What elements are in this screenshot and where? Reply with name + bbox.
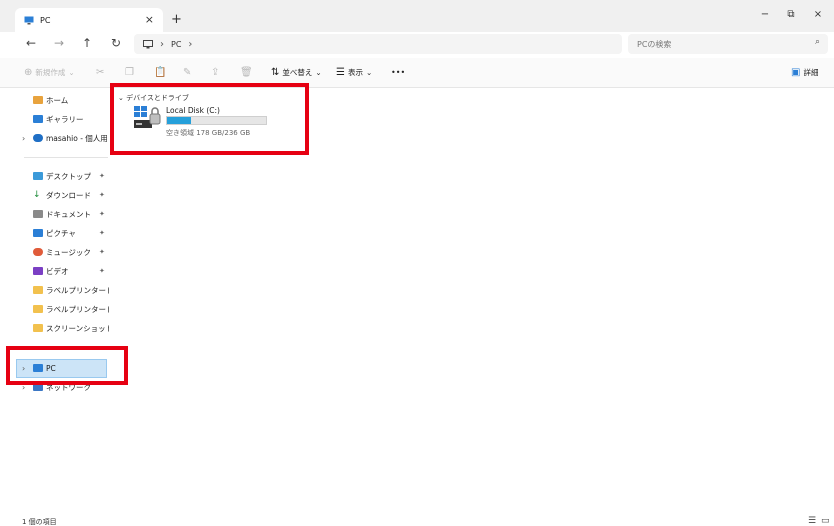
- sidebar-item-onedrive[interactable]: masahio - 個人用: [33, 130, 109, 146]
- up-icon[interactable]: ↑: [79, 36, 95, 50]
- music-icon: [33, 248, 43, 256]
- sidebar-item-music[interactable]: ミュージック ✦: [33, 244, 109, 260]
- sidebar-item-folder[interactable]: ラベルプリンタードライバ: [33, 282, 109, 298]
- pin-icon: ✦: [99, 248, 105, 256]
- navigation-bar: ← → ↑ ↻ › PC › PCの検索 ⌕: [0, 32, 834, 58]
- pin-icon: ✦: [99, 191, 105, 199]
- sidebar-item-label: masahio - 個人用: [46, 133, 108, 143]
- delete-icon[interactable]: 🗑: [240, 67, 253, 78]
- chevron-down-icon: ⌄: [365, 68, 373, 77]
- rename-icon[interactable]: ✎: [183, 67, 191, 78]
- sidebar-item-label: ビデオ: [46, 266, 69, 276]
- sidebar-item-label: ホーム: [46, 95, 69, 105]
- sidebar-item-pictures[interactable]: ピクチャ ✦: [33, 225, 109, 241]
- refresh-icon[interactable]: ↻: [108, 36, 124, 50]
- chevron-down-icon: ⌄: [68, 68, 75, 77]
- sidebar-item-folder[interactable]: ラベルプリンタードライバ: [33, 301, 109, 317]
- view-icon: ☰: [336, 67, 345, 78]
- restore-icon[interactable]: ⧉: [784, 9, 798, 20]
- desktop-icon: [33, 172, 43, 180]
- sidebar-item-gallery[interactable]: ギャラリー: [33, 111, 109, 127]
- sidebar-item-label: デスクトップ: [46, 171, 91, 181]
- details-button[interactable]: ▣ 詳細: [791, 67, 818, 78]
- paste-icon[interactable]: 📋: [154, 67, 166, 78]
- forward-icon[interactable]: →: [51, 36, 67, 50]
- sort-icon: ⇅: [271, 67, 280, 78]
- sidebar-item-label: ラベルプリンタードライバ: [46, 304, 109, 314]
- details-view-icon[interactable]: ☰: [808, 516, 816, 526]
- sidebar-item-downloads[interactable]: ↓ ダウンロード ✦: [33, 187, 109, 203]
- pin-icon: ✦: [99, 210, 105, 218]
- divider: [24, 157, 108, 158]
- sidebar-item-videos[interactable]: ビデオ ✦: [33, 263, 109, 279]
- status-bar: 1 個の項目 ☰ ▭: [0, 508, 834, 526]
- pin-icon: ✦: [99, 229, 105, 237]
- tab-pc[interactable]: PC ×: [15, 8, 163, 32]
- search-input[interactable]: PCの検索 ⌕: [628, 34, 828, 54]
- close-window-icon[interactable]: ×: [811, 9, 825, 20]
- home-icon: [33, 96, 43, 104]
- share-icon[interactable]: ⇪: [211, 67, 219, 78]
- tab-title: PC: [40, 15, 51, 25]
- copy-icon[interactable]: ❐: [125, 67, 134, 78]
- sidebar-item-label: スクリーンショット: [46, 323, 109, 333]
- highlight-box-pc: [6, 346, 128, 385]
- sort-button[interactable]: ⇅ 並べ替え ⌄: [271, 67, 322, 78]
- highlight-box-drive: [110, 83, 309, 155]
- new-button[interactable]: ⊕ 新規作成 ⌄: [24, 67, 75, 78]
- document-icon: [33, 210, 43, 218]
- breadcrumb-separator-icon: ›: [160, 38, 164, 50]
- folder-icon: [33, 324, 43, 332]
- sidebar-item-label: ピクチャ: [46, 228, 76, 238]
- gallery-icon: [33, 115, 43, 123]
- view-button[interactable]: ☰ 表示 ⌄: [336, 67, 372, 78]
- more-options-icon[interactable]: •••: [391, 68, 405, 77]
- back-icon[interactable]: ←: [23, 36, 39, 50]
- search-icon: ⌕: [814, 37, 820, 47]
- tab-close-icon[interactable]: ×: [145, 13, 154, 26]
- sidebar-item-label: ラベルプリンタードライバ: [46, 285, 109, 295]
- pc-icon: [143, 39, 153, 48]
- pin-icon: ✦: [99, 267, 105, 275]
- minimize-icon[interactable]: −: [758, 9, 772, 20]
- search-placeholder: PCの検索: [637, 39, 672, 49]
- cut-icon[interactable]: ✂: [96, 67, 104, 78]
- navigation-pane: ホーム ギャラリー › masahio - 個人用 デスクトップ ✦ ↓ ダウン…: [0, 88, 110, 508]
- expand-chevron-icon[interactable]: ›: [22, 134, 25, 143]
- folder-icon: [33, 305, 43, 313]
- tiles-view-icon[interactable]: ▭: [821, 516, 830, 526]
- tab-strip: PC × + − ⧉ ×: [0, 0, 834, 32]
- sidebar-item-documents[interactable]: ドキュメント ✦: [33, 206, 109, 222]
- new-tab-icon[interactable]: +: [171, 12, 182, 27]
- details-pane-icon: ▣: [791, 67, 801, 78]
- cloud-icon: [33, 134, 43, 142]
- folder-icon: [33, 286, 43, 294]
- sidebar-item-label: ドキュメント: [46, 209, 91, 219]
- download-icon: ↓: [33, 190, 41, 200]
- sidebar-item-label: ダウンロード: [46, 190, 91, 200]
- sidebar-item-label: ギャラリー: [46, 114, 84, 124]
- pin-icon: ✦: [99, 172, 105, 180]
- breadcrumb-pc[interactable]: PC: [171, 40, 181, 49]
- plus-circle-icon: ⊕: [24, 67, 33, 78]
- sidebar-item-label: ミュージック: [46, 247, 91, 257]
- breadcrumb-separator-icon[interactable]: ›: [188, 39, 192, 50]
- sidebar-item-home[interactable]: ホーム: [33, 92, 109, 108]
- address-bar[interactable]: › PC ›: [134, 34, 622, 54]
- sidebar-item-screenshots[interactable]: スクリーンショット: [33, 320, 109, 336]
- item-count: 1 個の項目: [22, 518, 57, 526]
- pictures-icon: [33, 229, 43, 237]
- chevron-down-icon: ⌄: [315, 68, 322, 77]
- sidebar-item-desktop[interactable]: デスクトップ ✦: [33, 168, 109, 184]
- video-icon: [33, 267, 43, 275]
- monitor-icon: [24, 16, 34, 24]
